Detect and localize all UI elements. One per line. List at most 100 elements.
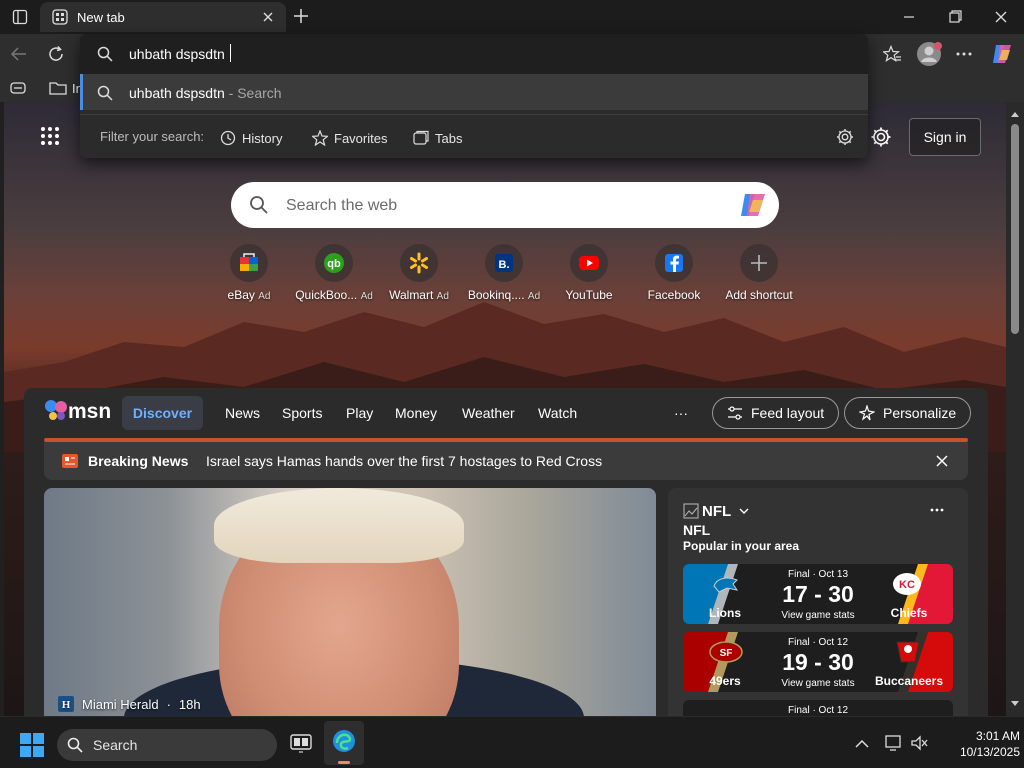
booking-icon: B. [485,244,523,282]
filter-label: Filter your search: [100,129,205,144]
tab-actions-icon[interactable] [12,9,28,25]
add-icon [740,244,778,282]
game-score-card[interactable]: SF Final · Oct 12 19 - 30 View game stat… [683,632,953,692]
chevron-up-icon[interactable] [855,739,869,749]
hero-age: 18h [178,696,201,712]
scroll-down-icon[interactable] [1010,700,1020,708]
filter-favorites-label: Favorites [334,130,388,146]
page-search-box[interactable]: Search the web [231,182,779,228]
edge-taskbar-button[interactable] [324,721,364,765]
shortcut-quickbooks[interactable]: qb QuickBoo... Ad [289,244,379,308]
filter-favorites-button[interactable]: Favorites [312,127,387,149]
close-tab-icon[interactable] [262,11,274,23]
collections-icon[interactable] [10,81,26,95]
nav-weather[interactable]: Weather [462,405,515,421]
search-suggestion[interactable]: uhbath dspsdtn - Search [80,74,868,110]
home-team: Lions [709,606,741,620]
favorite-folder-icon[interactable] [49,80,67,96]
shortcut-youtube[interactable]: YouTube [544,244,634,308]
nav-discover[interactable]: Discover [122,396,203,430]
tab-new-tab[interactable]: New tab [40,2,286,32]
filter-tabs-button[interactable]: Tabs [413,127,462,149]
taskbar-clock[interactable]: 3:01 AM 10/13/2025 [950,728,1020,760]
game-score: 19 - 30 [782,649,854,675]
page-settings-icon[interactable] [870,126,892,148]
nfl-header[interactable]: NFL [702,503,731,520]
nav-money[interactable]: Money [395,405,437,421]
breaking-news-headline[interactable]: Israel says Hamas hands over the first 7… [206,453,602,469]
close-icon[interactable] [936,455,948,467]
shortcut-facebook[interactable]: Facebook [629,244,719,308]
svg-text:B.: B. [499,259,510,271]
hero-photo-hair [214,488,464,563]
active-app-indicator [338,761,350,764]
copilot-icon[interactable] [990,42,1014,66]
back-icon[interactable] [10,45,28,63]
feed-layout-button[interactable]: Feed layout [712,397,840,429]
more-options-icon[interactable] [955,45,973,63]
svg-text:qb: qb [327,258,341,270]
windows-start-icon[interactable] [20,733,44,757]
nfl-scores-card: NFL NFL Popular in your area KC Final · … [668,488,968,716]
scrollbar-thumb[interactable] [1011,124,1019,334]
shortcut-walmart[interactable]: Walmart Ad [374,244,464,308]
nav-more-button[interactable]: ··· [674,405,688,421]
chevron-down-icon[interactable] [739,506,749,516]
text-cursor [230,44,231,62]
shortcut-booking[interactable]: B. Bookinq.... Ad [459,244,549,308]
task-view-icon[interactable] [290,734,312,754]
msn-logo[interactable]: msn [44,398,111,424]
filter-history-button[interactable]: History [220,127,282,149]
tab-title: New tab [77,10,125,25]
taskbar-search[interactable]: Search [57,729,277,761]
address-bar[interactable]: uhbath dspsdtn [80,34,868,74]
shortcut-add[interactable]: Add shortcut [714,244,804,308]
refresh-icon[interactable] [47,45,65,63]
new-tab-page-icon [52,9,68,25]
nav-watch[interactable]: Watch [538,405,577,421]
sign-in-button[interactable]: Sign in [909,118,981,156]
nav-news[interactable]: News [225,405,260,421]
copilot-icon[interactable] [738,191,768,219]
apps-launcher-icon[interactable] [40,126,60,146]
tabs-icon [413,130,429,145]
game-score-card[interactable]: Final · Oct 12 [683,700,953,716]
minimize-button[interactable] [897,6,921,28]
page-scrollbar[interactable] [1006,102,1024,716]
search-icon [97,85,113,101]
new-tab-button[interactable] [293,8,309,24]
filter-history-label: History [242,130,283,146]
address-bar-text: uhbath dspsdtn [129,46,225,62]
breaking-news-title: Breaking News [88,453,189,469]
ad-badge: Ad [360,291,373,302]
gear-icon[interactable] [836,128,854,146]
sliders-icon [728,406,742,420]
msn-feed-panel: msn Discover News Sports Play Money Weat… [24,388,988,716]
shortcut-ebay[interactable]: eBay Ad [204,244,294,308]
shortcut-label: Walmart [389,288,434,302]
favorites-star-icon[interactable] [883,45,901,63]
display-icon[interactable] [885,734,903,752]
windows-taskbar: Search 3:01 AM 10/13/2025 [0,716,1024,768]
breaking-news-bar[interactable]: Breaking News Israel says Hamas hands ov… [44,442,968,480]
nav-sports[interactable]: Sports [282,405,322,421]
walmart-spark-icon [400,244,438,282]
search-placeholder: Search the web [286,197,398,214]
hero-news-card[interactable]: H Miami Herald · 18h [44,488,656,716]
network-sound-icon[interactable] [910,734,928,752]
shortcut-label: QuickBoo... [295,288,358,302]
restore-button[interactable] [943,6,967,28]
quickbooks-icon: qb [315,244,353,282]
new-tab-page: Sign in Search the web eBay Ad qb QuickB… [4,102,1006,716]
close-window-button[interactable] [989,6,1013,28]
personalize-button[interactable]: Personalize [844,397,972,429]
more-options-icon[interactable] [930,508,944,512]
personalize-label: Personalize [883,405,957,421]
scroll-up-icon[interactable] [1010,110,1020,118]
title-bar: New tab [0,0,1024,34]
profile-avatar[interactable] [916,40,944,68]
game-score-card[interactable]: KC Final · Oct 13 17 - 30 View game stat… [683,564,953,624]
facebook-icon [655,244,693,282]
shortcut-label: Bookinq.... [467,288,525,302]
nav-play[interactable]: Play [346,405,373,421]
